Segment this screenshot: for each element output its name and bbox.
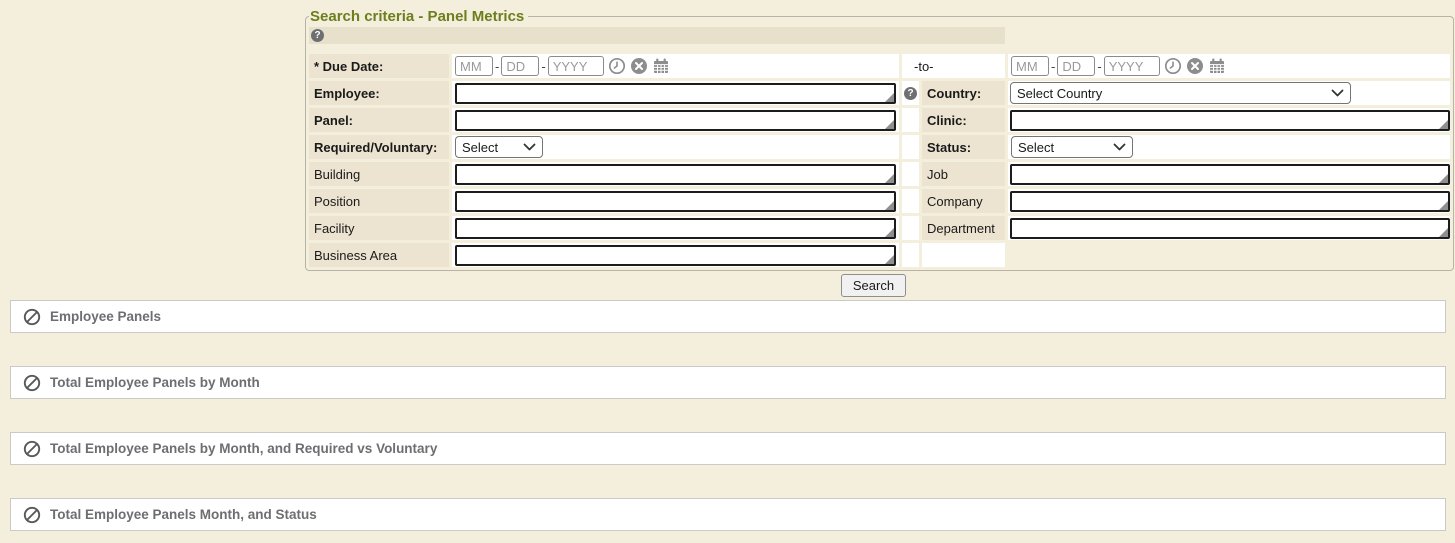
no-data-icon [23,440,41,458]
clear-icon[interactable] [630,57,648,75]
due-date-from-month-input[interactable] [455,56,493,76]
header-spacer [1008,27,1450,51]
chevron-down-icon [1113,142,1126,152]
required-voluntary-select[interactable]: Select [455,136,543,158]
help-icon[interactable]: ? [311,29,324,42]
department-input[interactable] [1010,218,1450,239]
panel-title: Employee Panels [50,309,161,324]
business-area-label: Business Area [309,243,449,267]
date-separator: - [495,59,499,74]
to-label: -to- [902,54,1005,78]
employee-input[interactable] [455,83,896,104]
due-date-from-year-input[interactable] [548,56,604,76]
panel-title: Total Employee Panels Month, and Status [50,507,317,522]
required-voluntary-cell: Select [452,135,899,159]
due-date-from-group: - - [452,54,899,78]
required-voluntary-select-value: Select [462,140,498,155]
search-form-grid: ? * Due Date: - - -to- [309,27,1450,267]
calendar-icon[interactable] [652,57,670,75]
panel-total-by-month-required-vs-voluntary[interactable]: Total Employee Panels by Month, and Requ… [10,432,1446,465]
business-area-cell [452,243,899,267]
due-date-to-group: - - [1008,54,1450,78]
status-cell: Select [1008,135,1450,159]
status-select-value: Select [1018,140,1054,155]
building-label: Building [309,162,449,186]
panel-total-by-month[interactable]: Total Employee Panels by Month [10,366,1446,399]
position-cell [452,189,899,213]
empty-spacer [1008,243,1450,267]
due-date-to-year-input[interactable] [1104,56,1160,76]
department-cell [1008,216,1450,240]
country-select[interactable]: Select Country [1010,82,1351,104]
due-date-from-day-input[interactable] [501,56,539,76]
empty-help-cell [902,108,919,132]
clinic-input[interactable] [1010,110,1450,131]
department-label: Department [922,216,1005,240]
clock-icon[interactable] [1164,57,1182,75]
chevron-down-icon [1331,88,1344,98]
panel-cell [452,108,899,132]
building-cell [452,162,899,186]
country-help-cell: ? [902,81,919,105]
empty-help-cell [902,162,919,186]
building-input[interactable] [455,164,896,185]
facility-input[interactable] [455,218,896,239]
company-label: Company [922,189,1005,213]
clock-icon[interactable] [608,57,626,75]
due-date-to-month-input[interactable] [1011,56,1049,76]
job-input[interactable] [1010,164,1450,185]
date-separator: - [541,59,545,74]
company-input[interactable] [1010,191,1450,212]
empty-help-cell [902,216,919,240]
empty-label-cell [922,243,1005,267]
panel-total-month-status[interactable]: Total Employee Panels Month, and Status [10,498,1446,531]
business-area-input[interactable] [455,245,896,266]
panel-title: Total Employee Panels by Month [50,375,260,390]
due-date-to-day-input[interactable] [1057,56,1095,76]
panel-input[interactable] [455,110,896,131]
search-criteria-fieldset: Search criteria - Panel Metrics ? * Due … [305,8,1454,271]
status-label: Status: [922,135,1005,159]
job-label: Job [922,162,1005,186]
no-data-icon [23,308,41,326]
search-criteria-title: Search criteria - Panel Metrics [309,8,528,25]
employee-label: Employee: [309,81,449,105]
job-cell [1008,162,1450,186]
empty-help-cell [902,243,919,267]
search-criteria-section: Search criteria - Panel Metrics ? * Due … [305,8,1442,297]
empty-help-cell [902,189,919,213]
form-header-bar: ? [309,27,1005,44]
clinic-label: Clinic: [922,108,1005,132]
panel-label: Panel: [309,108,449,132]
country-cell: Select Country [1008,81,1450,105]
country-select-value: Select Country [1017,86,1102,101]
country-label: Country: [922,81,1005,105]
chevron-down-icon [523,142,536,152]
position-input[interactable] [455,191,896,212]
no-data-icon [23,506,41,524]
search-button[interactable]: Search [841,274,906,297]
panel-employee-panels[interactable]: Employee Panels [10,300,1446,333]
employee-cell [452,81,899,105]
facility-label: Facility [309,216,449,240]
due-date-label: * Due Date: [309,54,449,78]
facility-cell [452,216,899,240]
no-data-icon [23,374,41,392]
panel-title: Total Employee Panels by Month, and Requ… [50,441,437,456]
clear-icon[interactable] [1186,57,1204,75]
search-button-row: Search [305,274,1442,297]
clinic-cell [1008,108,1450,132]
date-separator: - [1051,59,1055,74]
help-icon[interactable]: ? [904,87,917,100]
result-panels: Employee Panels Total Employee Panels by… [10,300,1446,531]
position-label: Position [309,189,449,213]
calendar-icon[interactable] [1208,57,1226,75]
empty-help-cell [902,135,919,159]
status-select[interactable]: Select [1011,136,1133,158]
company-cell [1008,189,1450,213]
required-voluntary-label: Required/Voluntary: [309,135,449,159]
date-separator: - [1097,59,1101,74]
